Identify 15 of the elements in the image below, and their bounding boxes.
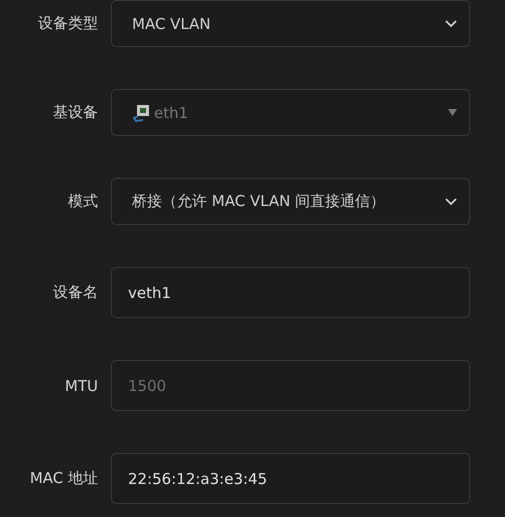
field-label: 基设备: [52, 103, 98, 122]
field-label: MTU: [64, 376, 98, 394]
text-field[interactable]: veth1: [111, 267, 470, 318]
chevron-down-icon: [445, 20, 457, 28]
field-label: 设备名: [52, 283, 98, 302]
text-field[interactable]: 1500: [111, 360, 470, 411]
text-field[interactable]: 22:56:12:a3:e3:45: [111, 453, 470, 504]
field-label: 设备类型: [37, 14, 98, 33]
chevron-down-icon: [445, 198, 457, 206]
field-label: MAC 地址: [28, 469, 98, 488]
caret-icon: [448, 109, 457, 116]
field-label: 模式: [67, 192, 98, 211]
network-port-icon: [132, 104, 150, 122]
dropdown[interactable]: MAC VLAN: [111, 0, 470, 47]
dropdown[interactable]: 桥接（允许 MAC VLAN 间直接通信）: [111, 178, 470, 225]
